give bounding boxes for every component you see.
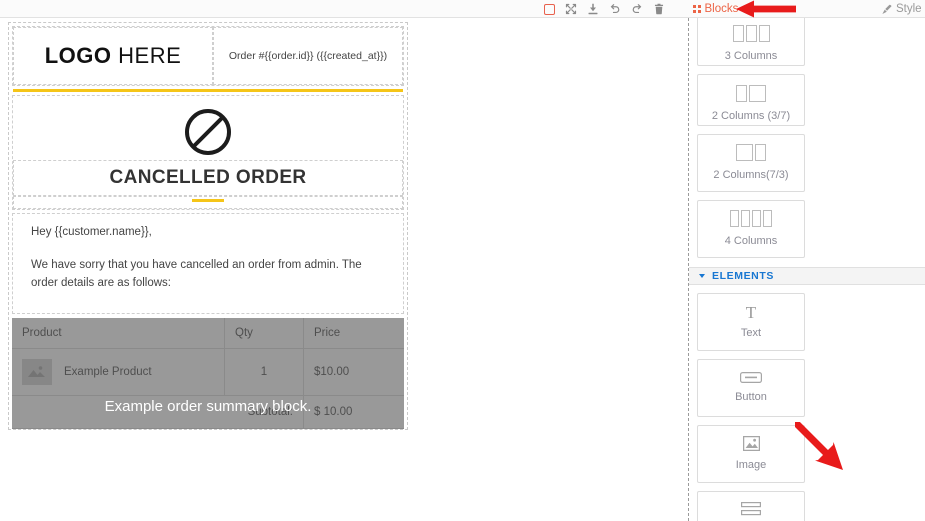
order-info-text: Order #{{order.id}} ({{created_at}}) (228, 50, 388, 62)
layout-blocks-group: 3 Columns 2 Columns (3/7) 2 Columns(7/3)… (689, 18, 925, 258)
status-banner-row[interactable]: CANCELLED ORDER (12, 95, 404, 210)
product-qty: 1 (224, 348, 304, 396)
email-canvas[interactable]: LOGO HERE Order #{{order.id}} ({{created… (0, 18, 688, 521)
greeting-text: Hey {{customer.name}}, (31, 225, 152, 238)
download-icon[interactable] (587, 3, 599, 15)
three-columns-icon (732, 25, 770, 42)
status-underline-cell[interactable] (13, 196, 403, 209)
logo-text-bold: LOGO (44, 43, 112, 68)
two-columns-73-icon (736, 143, 766, 161)
subtotal-label: Subtotal: (12, 395, 304, 429)
section-header-label: ELEMENTS (712, 270, 774, 282)
tab-blocks[interactable]: Blocks (693, 3, 738, 15)
block-card-2-columns-7-3[interactable]: 2 Columns(7/3) (697, 134, 805, 192)
status-title[interactable]: CANCELLED ORDER (13, 160, 403, 196)
chevron-down-icon (699, 274, 705, 278)
logo-text: LOGO HERE (45, 43, 182, 69)
top-toolbar: Blocks Style (0, 0, 925, 18)
order-summary-block[interactable]: Product Qty Price Example Product 1 $10.… (12, 317, 404, 429)
block-card-label: 2 Columns(7/3) (713, 168, 789, 181)
element-card-image[interactable]: Image (697, 425, 805, 483)
column-header-price: Price (303, 317, 404, 349)
two-columns-37-icon (736, 85, 766, 102)
block-card-label: 4 Columns (724, 234, 778, 247)
body-paragraph: We have sorry that you have cancelled an… (31, 259, 362, 290)
product-cell: Example Product (12, 348, 225, 396)
product-name: Example Product (64, 365, 152, 378)
order-summary-table: Product Qty Price Example Product 1 $10.… (12, 317, 404, 429)
tab-style[interactable]: Style (881, 3, 922, 15)
button-icon (740, 371, 762, 383)
blocks-panel[interactable]: 3 Columns 2 Columns (3/7) 2 Columns(7/3)… (688, 18, 925, 521)
element-card-label: Image (735, 458, 767, 471)
block-card-4-columns[interactable]: 4 Columns (697, 200, 805, 258)
subtotal-value: $ 10.00 (303, 395, 404, 429)
body-text-row[interactable]: Hey {{customer.name}}, We have sorry tha… (12, 212, 404, 314)
grid-icon (693, 5, 701, 13)
product-price: $10.00 (303, 348, 404, 396)
column-header-qty: Qty (224, 317, 304, 349)
template-header-row[interactable]: LOGO HERE Order #{{order.id}} ({{created… (12, 26, 404, 86)
redo-icon[interactable] (631, 3, 643, 15)
element-card-divider[interactable]: Divider (697, 491, 805, 521)
table-row: Example Product 1 $10.00 (12, 348, 404, 396)
toolbar-icon-group (544, 0, 665, 18)
status-underline (192, 199, 224, 202)
accent-divider (13, 89, 403, 92)
element-card-label: Button (735, 390, 767, 403)
block-card-label: 3 Columns (724, 50, 778, 62)
fullscreen-icon[interactable] (565, 3, 577, 15)
table-header-row: Product Qty Price (12, 317, 404, 349)
section-header-elements[interactable]: ELEMENTS (689, 267, 925, 285)
tab-blocks-label: Blocks (704, 3, 739, 15)
text-icon: T (745, 303, 757, 323)
device-preview-icon[interactable] (544, 3, 555, 15)
cancelled-icon-cell[interactable] (13, 96, 403, 160)
element-card-text[interactable]: T Text (697, 293, 805, 351)
four-columns-icon (730, 209, 772, 227)
logo-text-light: HERE (111, 43, 182, 68)
brush-icon (882, 4, 892, 14)
divider-icon (741, 502, 761, 516)
panel-tabs: Blocks Style (693, 0, 922, 18)
email-template[interactable]: LOGO HERE Order #{{order.id}} ({{created… (8, 22, 408, 430)
subtotal-row: Subtotal: $ 10.00 (12, 395, 404, 429)
prohibition-icon (185, 109, 231, 155)
column-header-product: Product (12, 317, 225, 349)
tab-style-label: Style (896, 3, 922, 15)
elements-group: T Text Button Image Divider (689, 285, 925, 521)
body-text-block[interactable]: Hey {{customer.name}}, We have sorry tha… (13, 214, 403, 313)
element-card-label: Text (740, 327, 762, 340)
email-template-builder: Blocks Style LOGO HERE Order #{{order.id… (0, 0, 925, 521)
element-card-button[interactable]: Button (697, 359, 805, 417)
order-info-cell[interactable]: Order #{{order.id}} ({{created_at}}) (213, 27, 403, 85)
block-card-label: 2 Columns (3/7) (711, 110, 791, 122)
logo-cell[interactable]: LOGO HERE (13, 27, 213, 85)
product-image-placeholder-icon (22, 358, 52, 385)
trash-icon[interactable] (653, 3, 665, 15)
block-card-3-columns[interactable]: 3 Columns (697, 18, 805, 66)
undo-icon[interactable] (609, 3, 621, 15)
image-icon (742, 435, 760, 451)
block-card-2-columns-3-7[interactable]: 2 Columns (3/7) (697, 74, 805, 126)
